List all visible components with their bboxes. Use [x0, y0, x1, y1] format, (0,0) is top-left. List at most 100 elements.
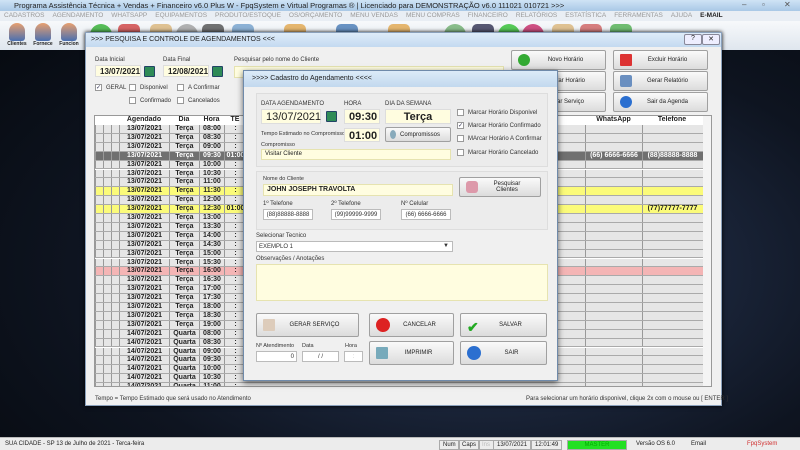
col-hora[interactable]: Hora [199, 116, 224, 124]
data2-input[interactable]: / / [302, 351, 339, 362]
obs-textarea[interactable] [256, 264, 548, 301]
menu-vendas[interactable]: MENU VENDAS [350, 12, 398, 19]
status-a-confirmar[interactable]: MArcar Horário A Confirmar [457, 135, 542, 142]
tel1-input[interactable]: (88)88888-8888 [263, 209, 313, 220]
menu-whatsapp[interactable]: WHATSAPP [111, 12, 147, 19]
row-indicator-cell [103, 338, 111, 347]
compromisso-input[interactable]: Visitar Cliente [261, 149, 451, 160]
menu-relatorios[interactable]: RELATÓRIOS [516, 12, 557, 19]
clientes-button[interactable]: Clientes [4, 23, 30, 50]
row-indicator-cell [103, 294, 111, 302]
fornece-button[interactable]: Fornece [30, 23, 56, 50]
cliente-input[interactable]: JOHN JOSEPH TRAVOLTA [263, 184, 453, 196]
gerar-relatorio-button[interactable]: Gerar Relatório [613, 71, 708, 91]
salvar-button[interactable]: ✔ SALVAR [460, 313, 547, 337]
menu-ferramentas[interactable]: FERRAMENTAS [614, 12, 663, 19]
calendar-icon[interactable] [144, 66, 155, 77]
imprimir-button[interactable]: IMPRIMIR [369, 341, 454, 365]
col-agendado[interactable]: Agendado [119, 116, 169, 124]
excluir-horario-button[interactable]: Excluir Horário [613, 50, 708, 70]
table-row[interactable]: 14/07/2021 Quarta 11:00: [95, 383, 703, 386]
row-indicator-cell [103, 285, 111, 294]
row-indicator-cell [111, 178, 119, 187]
data-final-input[interactable]: 12/08/2021 [163, 65, 209, 77]
help-button[interactable]: ? [684, 34, 702, 45]
close-agenda-button[interactable]: ✕ [702, 34, 720, 45]
row-indicator-cell [111, 320, 119, 329]
cell-dia: Terça [169, 249, 199, 258]
filter-geral[interactable]: ✓ GERAL [95, 84, 126, 91]
cell-telefone [642, 285, 702, 294]
clientes-icon [9, 23, 25, 41]
status-cancelado[interactable]: Marcar Horário Cancelado [457, 149, 538, 156]
cell-agendado: 14/07/2021 [119, 347, 169, 356]
clientes-label: Clientes [7, 41, 27, 47]
col-whatsapp[interactable]: WhatsApp [585, 116, 642, 124]
sair-button[interactable]: SAIR [460, 341, 547, 365]
filter-disponivel[interactable]: Disponivel [129, 84, 168, 91]
tel2-label: 2º Telefone [331, 201, 361, 207]
atendimento-input[interactable]: 0 [256, 351, 297, 362]
calendar-icon[interactable] [326, 111, 337, 122]
filter-a-confirmar[interactable]: A Confirmar [177, 84, 220, 91]
menu-cadastros[interactable]: CADASTROS [4, 12, 44, 19]
cell-whatsapp [585, 178, 642, 187]
data-inicial-input[interactable]: 13/07/2021 [95, 65, 141, 77]
cell-telefone [642, 258, 702, 267]
menu-compras[interactable]: MENU COMPRAS [406, 12, 460, 19]
hora2-input[interactable]: : [344, 351, 363, 362]
filter-confirmado[interactable]: Confirmado [129, 97, 171, 104]
menu-bar: CADASTROS AGENDAMENTO WHATSAPP EQUIPAMENTOS… [0, 11, 800, 21]
status-confirmado[interactable]: ✓ Marcar Horário Confirmado [457, 122, 541, 129]
compromissos-button[interactable]: Compromissos [385, 127, 451, 142]
menu-produto[interactable]: PRODUTO/ESTOQUE [215, 12, 281, 19]
compromisso-label: Compromisso [261, 142, 295, 148]
menu-os[interactable]: OS/ORÇAMENTO [289, 12, 342, 19]
menu-estatistica[interactable]: ESTATÍSTICA [565, 12, 606, 19]
status-date: 13/07/2021 [493, 440, 532, 450]
row-indicator-cell [103, 383, 111, 386]
row-indicator-cell [95, 142, 103, 151]
row-indicator-cell [111, 151, 119, 160]
menu-ajuda[interactable]: AJUDA [671, 12, 692, 19]
cell-telefone: (88)88888-8888 [642, 151, 702, 160]
tel2-input[interactable]: (99)99999-9999 [331, 209, 381, 220]
sair-agenda-button[interactable]: Sair da Agenda [613, 92, 708, 112]
pesquisar-clientes-button[interactable]: Pesquisar Clientes [459, 177, 541, 197]
cancelar-button[interactable]: CANCELAR [369, 313, 454, 337]
minimize-button[interactable]: – [742, 0, 746, 9]
cell-agendado: 13/07/2021 [119, 276, 169, 285]
row-indicator-cell [103, 142, 111, 151]
cell-telefone [642, 311, 702, 320]
menu-agendamento[interactable]: AGENDAMENTO [52, 12, 103, 19]
funcion-button[interactable]: Funcion [56, 23, 82, 50]
novo-horario-button[interactable]: Novo Horário [511, 50, 606, 70]
menu-equipamentos[interactable]: EQUIPAMENTOS [155, 12, 207, 19]
tempo-input[interactable]: 01:00 [344, 128, 380, 142]
data-agendamento-input[interactable]: 13/07/2021 [261, 109, 321, 124]
menu-email[interactable]: E-MAIL [700, 12, 722, 19]
tecnico-select[interactable]: EXEMPLO 1 ▼ [256, 241, 453, 252]
cell-telefone [642, 178, 702, 187]
menu-financeiro[interactable]: FINANCEIRO [468, 12, 508, 19]
status-email[interactable]: Email [688, 440, 709, 450]
cell-dia: Terça [169, 214, 199, 222]
grid-scrollbar[interactable] [703, 116, 711, 386]
celular-input[interactable]: (66) 6666-6666 [401, 209, 451, 220]
maximize-button[interactable]: ▫ [762, 0, 765, 9]
col-telefone[interactable]: Telefone [642, 116, 702, 124]
calendar-icon[interactable] [212, 66, 223, 77]
row-indicator-cell [103, 214, 111, 222]
arrow-right-icon [467, 346, 481, 360]
close-button[interactable]: ✕ [784, 0, 791, 9]
hora-input[interactable]: 09:30 [344, 109, 380, 124]
cell-telefone [642, 231, 702, 240]
col-dia[interactable]: Dia [169, 116, 199, 124]
status-disponivel[interactable]: Marcar Horário Disponivel [457, 109, 537, 116]
cell-whatsapp [585, 231, 642, 240]
row-indicator-cell [95, 311, 103, 320]
gerar-servico-button[interactable]: GERAR SERVIÇO [256, 313, 359, 337]
cell-dia: Terça [169, 267, 199, 276]
filter-cancelados[interactable]: Cancelados [177, 97, 220, 104]
cell-dia: Quarta [169, 383, 199, 386]
